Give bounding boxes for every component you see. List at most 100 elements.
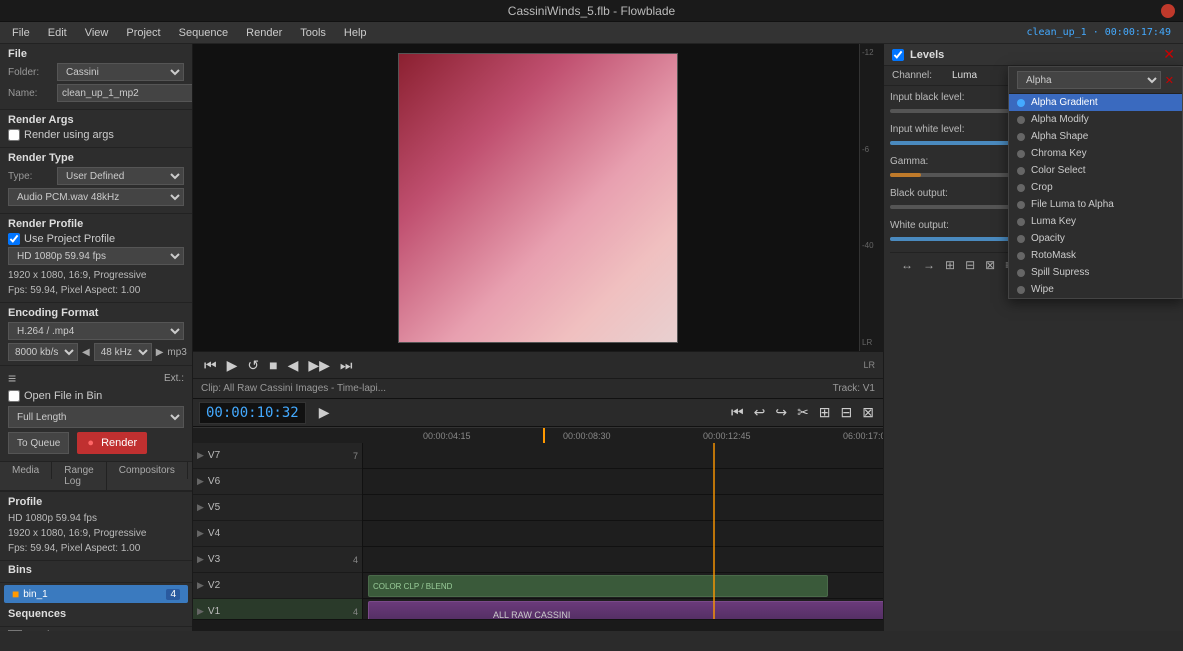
v1-expand[interactable]: ▶ (197, 606, 204, 617)
use-project-profile-checkbox[interactable] (8, 233, 20, 245)
levels-tool-3[interactable]: ⊞ (942, 257, 958, 273)
levels-tool-5[interactable]: ⊠ (982, 257, 998, 273)
samplerate-select[interactable]: 48 kHz (94, 343, 152, 361)
filter-spill-supress[interactable]: Spill Supress (1009, 264, 1182, 281)
folder-select[interactable]: Cassini (57, 63, 184, 81)
play-loop-btn[interactable]: ↺ (244, 357, 262, 374)
filter-dropdown-close[interactable]: ✕ (1165, 74, 1174, 87)
stop-btn[interactable]: ■ (266, 357, 280, 373)
render-type-title: Render Type (8, 152, 184, 164)
tl-prev-btn[interactable]: ⏮ (728, 404, 747, 421)
v6-expand[interactable]: ▶ (197, 476, 204, 487)
encoding-select[interactable]: H.264 / .mp4 (8, 322, 184, 340)
tab-compositors[interactable]: Compositors (107, 462, 188, 479)
v6-label: V6 (208, 476, 232, 487)
to-queue-button[interactable]: To Queue (8, 432, 69, 454)
filter-type-select[interactable]: Alpha (1017, 71, 1161, 89)
length-select[interactable]: Full Length (8, 406, 184, 428)
ext-mp3: mp3 (167, 347, 186, 358)
filter-opacity[interactable]: Opacity (1009, 230, 1182, 247)
levels-close-btn[interactable]: ✕ (1163, 46, 1175, 63)
filter-alpha-shape[interactable]: Alpha Shape (1009, 128, 1182, 145)
tl-trim-btn[interactable]: ⊠ (859, 404, 877, 421)
menu-tools[interactable]: Tools (292, 25, 334, 41)
filter-file-luma[interactable]: File Luma to Alpha (1009, 196, 1182, 213)
levels-checkbox[interactable] (892, 49, 904, 61)
frame-fwd-btn[interactable]: ▶▶ (305, 357, 333, 374)
menu-render[interactable]: Render (238, 25, 290, 41)
tab-media[interactable]: Media (0, 462, 52, 479)
menubar: File Edit View Project Sequence Render T… (0, 22, 1183, 44)
lr-label: LR (862, 338, 881, 347)
video-preview (398, 53, 678, 343)
profile-fps: HD 1080p 59.94 fps (8, 511, 184, 526)
levels-tool-4[interactable]: ⊟ (962, 257, 978, 273)
skip-end-btn[interactable]: ⏭ (337, 357, 356, 374)
render-args-checkbox[interactable] (8, 129, 20, 141)
levels-tool-2[interactable]: → (920, 257, 938, 273)
filter-alpha-modify[interactable]: Alpha Modify (1009, 111, 1182, 128)
filter-luma-key-label: Luma Key (1031, 216, 1076, 227)
filter-alpha-gradient[interactable]: Alpha Gradient (1009, 94, 1182, 111)
filter-crop[interactable]: Crop (1009, 179, 1182, 196)
menu-view[interactable]: View (77, 25, 117, 41)
menu-help[interactable]: Help (336, 25, 375, 41)
file-section-title: File (8, 48, 184, 60)
sequences-header: Sequences (0, 605, 192, 627)
filter-luma-key[interactable]: Luma Key (1009, 213, 1182, 230)
ruler-mark-12: -12 (862, 48, 881, 57)
frame-back-btn[interactable]: ◀ (285, 357, 302, 374)
seq-master[interactable]: master (0, 627, 192, 631)
bitrate-select[interactable]: 8000 kb/s (8, 343, 78, 361)
ruler-mark-6: -6 (862, 145, 881, 154)
tl-sync-btn[interactable]: ⊟ (838, 404, 856, 421)
tab-rangelog[interactable]: Range Log (52, 462, 106, 490)
levels-title: Levels (910, 49, 944, 61)
audio-select[interactable]: Audio PCM.wav 48kHz (8, 188, 184, 206)
left-panel: File Folder: Cassini Name: .mp4 Render A… (0, 44, 193, 631)
v1-clip-main[interactable]: ALL RAW CASSINI (368, 601, 883, 619)
menu-project[interactable]: Project (118, 25, 168, 41)
bottom-scroll[interactable] (193, 619, 883, 631)
prev-icon[interactable]: ◀ (82, 347, 90, 358)
filter-rotomask[interactable]: RotoMask (1009, 247, 1182, 264)
render-args-checkbox-label: Render using args (24, 129, 114, 141)
v3-expand[interactable]: ▶ (197, 554, 204, 565)
bin-item[interactable]: ■ bin_1 4 (4, 585, 188, 603)
spill-supress-dot (1017, 269, 1025, 277)
render-button[interactable]: ● Render (77, 432, 147, 454)
right-panel: Levels ✕ Channel: Luma ▶ Input black lev… (883, 44, 1183, 631)
profile-select[interactable]: HD 1080p 59.94 fps (8, 247, 184, 265)
tl-play-btn[interactable]: ▶ (316, 404, 333, 421)
type-select[interactable]: User Defined (57, 167, 184, 185)
open-in-bin-checkbox[interactable] (8, 390, 20, 402)
levels-tool-1[interactable]: ↔ (898, 257, 916, 273)
filter-color-select[interactable]: Color Select (1009, 162, 1182, 179)
tl-cut-btn[interactable]: ✂ (794, 404, 812, 421)
encoding-section: Encoding Format H.264 / .mp4 8000 kb/s ◀… (0, 303, 192, 366)
v4-expand[interactable]: ▶ (197, 528, 204, 539)
ruler-mark-40: -40 (862, 241, 881, 250)
name-input[interactable] (57, 84, 193, 102)
v5-expand[interactable]: ▶ (197, 502, 204, 513)
v2-clip-blend[interactable]: COLOR CLP / BLEND (368, 575, 828, 597)
filter-wipe[interactable]: Wipe (1009, 281, 1182, 298)
menu-icon[interactable]: ≡ (8, 370, 16, 386)
v2-expand[interactable]: ▶ (197, 580, 204, 591)
v7-expand[interactable]: ▶ (197, 450, 204, 461)
ext-label-2: Ext.: (164, 373, 184, 384)
menu-file[interactable]: File (4, 25, 38, 41)
tl-redo-btn[interactable]: ↪ (772, 404, 790, 421)
filter-alpha-shape-label: Alpha Shape (1031, 131, 1088, 142)
close-button[interactable] (1161, 4, 1175, 18)
play-btn[interactable]: ▶ (224, 357, 241, 374)
filter-rotomask-label: RotoMask (1031, 250, 1076, 261)
render-args-section: Render Args Render using args (0, 110, 192, 148)
skip-start-btn[interactable]: ⏮ (201, 357, 220, 374)
menu-edit[interactable]: Edit (40, 25, 75, 41)
tl-undo-btn[interactable]: ↩ (751, 404, 769, 421)
tl-ripple-btn[interactable]: ⊞ (816, 404, 834, 421)
menu-sequence[interactable]: Sequence (171, 25, 237, 41)
next-icon[interactable]: ▶ (156, 347, 164, 358)
filter-chroma-key[interactable]: Chroma Key (1009, 145, 1182, 162)
